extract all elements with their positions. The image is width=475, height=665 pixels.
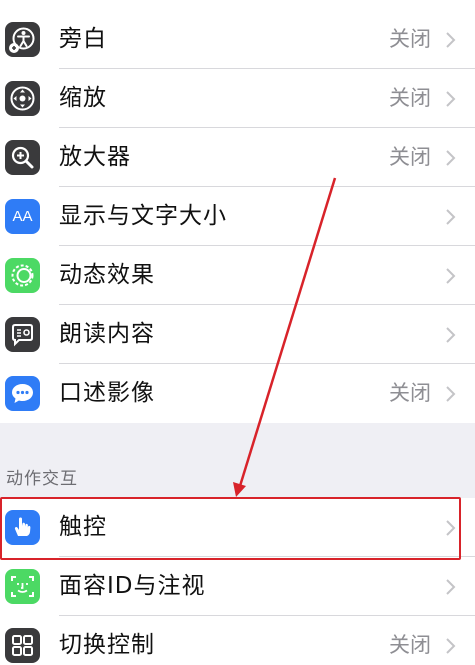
face-id-label: 面容ID与注视 [59,573,206,599]
zoom-value: 关闭 [389,86,431,110]
row-spoken-content[interactable]: 朗读内容 [0,305,475,364]
switch-control-icon [5,628,40,663]
display-text-size-label: 显示与文字大小 [59,203,227,229]
interaction-settings-group: 触控 面容ID与注视 切换控制 关闭 [0,498,475,665]
voiceover-value: 关闭 [389,27,431,51]
voiceover-label: 旁白 [59,26,107,52]
magnifier-icon [5,140,40,175]
row-zoom[interactable]: 缩放 关闭 [0,69,475,128]
switch-control-label: 切换控制 [59,632,155,658]
chevron-right-icon [446,579,456,595]
row-voiceover[interactable]: 旁白 关闭 [0,10,475,69]
audio-descriptions-value: 关闭 [389,381,431,405]
row-magnifier[interactable]: 放大器 关闭 [0,128,475,187]
chevron-right-icon [446,386,456,402]
vision-settings-group: 旁白 关闭 缩放 关闭 放大器 关闭 AA 显示与文字大小 动态效果 朗读内容 … [0,10,475,423]
display-text-size-glyph: AA [12,208,33,225]
spoken-content-icon [5,317,40,352]
chevron-right-icon [446,327,456,343]
zoom-icon [5,81,40,116]
row-audio-descriptions[interactable]: 口述影像 关闭 [0,364,475,423]
row-switch-control[interactable]: 切换控制 关闭 [0,616,475,665]
switch-control-value: 关闭 [389,633,431,657]
row-face-id-attention[interactable]: 面容ID与注视 [0,557,475,616]
touch-icon [5,510,40,545]
row-motion[interactable]: 动态效果 [0,246,475,305]
touch-label: 触控 [59,514,107,540]
spoken-content-label: 朗读内容 [59,321,155,347]
chevron-right-icon [446,91,456,107]
motion-label: 动态效果 [59,262,155,288]
chevron-right-icon [446,32,456,48]
voiceover-icon [5,22,40,57]
chevron-right-icon [446,150,456,166]
section-header-interaction: 动作交互 [6,469,78,489]
chevron-right-icon [446,209,456,225]
audio-descriptions-icon [5,376,40,411]
magnifier-label: 放大器 [59,144,131,170]
face-id-icon [5,569,40,604]
audio-descriptions-label: 口述影像 [59,380,155,406]
row-touch[interactable]: 触控 [0,498,475,557]
zoom-label: 缩放 [59,85,107,111]
chevron-right-icon [446,520,456,536]
row-display-text-size[interactable]: AA 显示与文字大小 [0,187,475,246]
chevron-right-icon [446,268,456,284]
motion-icon [5,258,40,293]
chevron-right-icon [446,638,456,654]
magnifier-value: 关闭 [389,145,431,169]
top-edge [0,0,475,10]
display-text-size-icon: AA [5,199,40,234]
